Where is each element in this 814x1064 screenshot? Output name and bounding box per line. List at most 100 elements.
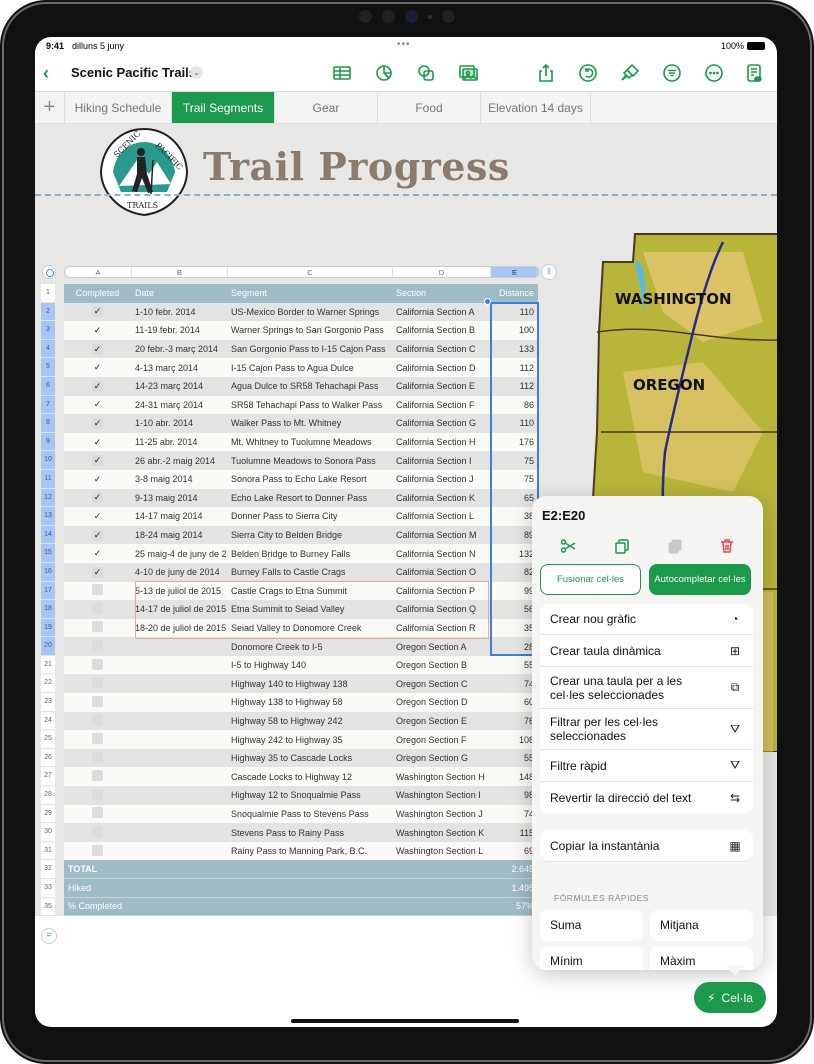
quick-formula-min[interactable]: Mínim: [540, 946, 643, 970]
cell-distance[interactable]: 65: [490, 493, 538, 503]
row-header[interactable]: 35: [41, 897, 55, 917]
checkbox-unchecked[interactable]: [92, 788, 103, 800]
cell-segment[interactable]: Donomore Creek to I-5: [227, 642, 392, 652]
footer-value[interactable]: 57%: [490, 901, 538, 911]
organize-icon[interactable]: [661, 62, 683, 84]
cell-completed[interactable]: ✓: [64, 380, 131, 392]
cell-section[interactable]: California Section D: [392, 363, 490, 373]
checkbox-checked[interactable]: ✓: [92, 474, 103, 485]
cell-completed[interactable]: ✓: [64, 343, 131, 355]
cell-distance[interactable]: 69: [490, 846, 538, 856]
cell-section[interactable]: Washington Section L: [392, 846, 490, 856]
menu-item-quick-filter[interactable]: Filtre ràpid ⛛: [540, 750, 753, 782]
cell-completed[interactable]: [64, 733, 131, 746]
cell-section[interactable]: Washington Section J: [392, 809, 490, 819]
chart-icon[interactable]: [373, 62, 395, 84]
cell-section[interactable]: Oregon Section C: [392, 679, 490, 689]
cell-segment[interactable]: Burney Falls to Castle Crags: [227, 567, 392, 577]
cell-segment[interactable]: San Gorgonio Pass to I-15 Cajon Pass: [227, 344, 392, 354]
format-brush-icon[interactable]: [619, 62, 641, 84]
back-button[interactable]: ‹: [43, 63, 49, 84]
checkbox-unchecked[interactable]: [92, 584, 103, 596]
cell-section[interactable]: California Section J: [392, 474, 490, 484]
home-indicator[interactable]: [291, 1019, 519, 1023]
copy-icon[interactable]: [612, 536, 632, 556]
cell-completed[interactable]: [64, 677, 131, 690]
checkbox-checked[interactable]: ✓: [92, 511, 103, 522]
menu-item-reverse-text-direction[interactable]: Revertir la direcció del text ⇆: [540, 782, 753, 814]
reading-view-icon[interactable]: [743, 62, 765, 84]
cell-segment[interactable]: I-15 Cajon Pass to Agua Dulce: [227, 363, 392, 373]
cell-button[interactable]: ⚡︎ Cel·la: [694, 982, 766, 1013]
header-segment[interactable]: Segment: [227, 288, 392, 298]
cell-date[interactable]: 4-10 de juny de 2014: [131, 567, 227, 577]
cell-date[interactable]: 11-19 febr. 2014: [131, 325, 227, 335]
cell-completed[interactable]: [64, 714, 131, 727]
row-header[interactable]: 10: [41, 451, 55, 470]
cell-section[interactable]: California Section A: [392, 307, 490, 317]
row-header[interactable]: 30: [41, 823, 55, 842]
row-header[interactable]: 24: [41, 711, 55, 731]
column-header-e[interactable]: E: [491, 267, 539, 277]
cell-date[interactable]: 14-17 de juliol de 2015: [131, 604, 227, 614]
cell-segment[interactable]: Tuolumne Meadows to Sonora Pass: [227, 456, 392, 466]
cell-completed[interactable]: ✓: [64, 306, 131, 318]
checkbox-checked[interactable]: ✓: [92, 566, 103, 578]
checkbox-checked[interactable]: ✓: [92, 343, 103, 355]
cell-completed[interactable]: ✓: [64, 455, 131, 467]
cell-date[interactable]: 9-13 maig 2014: [131, 493, 227, 503]
cell-segment[interactable]: Etna Summit to Seiad Valley: [227, 604, 392, 614]
checkbox-unchecked[interactable]: [92, 826, 103, 838]
row-header[interactable]: 5: [41, 358, 55, 377]
cell-section[interactable]: Oregon Section B: [392, 660, 490, 670]
header-distance[interactable]: Distance: [490, 288, 538, 298]
cell-section[interactable]: California Section F: [392, 400, 490, 410]
cell-section[interactable]: Washington Section H: [392, 772, 490, 782]
checkbox-unchecked[interactable]: [92, 770, 103, 782]
checkbox-unchecked[interactable]: [92, 733, 103, 745]
cell-segment[interactable]: Stevens Pass to Rainy Pass: [227, 828, 392, 838]
cell-segment[interactable]: Agua Dulce to SR58 Tehachapi Pass: [227, 381, 392, 391]
row-header[interactable]: 6: [41, 376, 55, 396]
cell-date[interactable]: 1-10 abr. 2014: [131, 418, 227, 428]
cell-completed[interactable]: ✓: [64, 399, 131, 410]
checkbox-unchecked[interactable]: [92, 621, 103, 633]
header-date[interactable]: Date: [131, 288, 227, 298]
footer-label[interactable]: % Completed: [64, 901, 490, 911]
more-icon[interactable]: [703, 62, 725, 84]
row-header[interactable]: 23: [41, 693, 55, 712]
cell-section[interactable]: California Section Q: [392, 604, 490, 614]
column-header-a[interactable]: A: [65, 267, 132, 277]
quick-formula-average[interactable]: Mitjana: [650, 910, 753, 941]
cell-distance[interactable]: 38: [490, 511, 538, 521]
cell-segment[interactable]: Sonora Pass to Echo Lake Resort: [227, 474, 392, 484]
cell-date[interactable]: 11-25 abr. 2014: [131, 437, 227, 447]
cell-distance[interactable]: 148: [490, 772, 538, 782]
cell-distance[interactable]: 110: [490, 307, 538, 317]
cell-segment[interactable]: Cascade Locks to Highway 12: [227, 772, 392, 782]
media-icon[interactable]: [457, 62, 479, 84]
cell-distance[interactable]: 112: [490, 363, 538, 373]
cell-distance[interactable]: 75: [490, 456, 538, 466]
paste-icon[interactable]: [665, 536, 685, 556]
cell-section[interactable]: Washington Section I: [392, 790, 490, 800]
cell-section[interactable]: California Section M: [392, 530, 490, 540]
cell-distance[interactable]: 86: [490, 400, 538, 410]
cell-segment[interactable]: Walker Pass to Mt. Whitney: [227, 418, 392, 428]
row-header[interactable]: 12: [41, 488, 55, 508]
cell-section[interactable]: California Section H: [392, 437, 490, 447]
menu-item-copy-snapshot[interactable]: Copiar la instantània ▦: [540, 830, 753, 862]
row-header[interactable]: 9: [41, 432, 55, 452]
cell-completed[interactable]: [64, 695, 131, 709]
cell-completed[interactable]: [64, 584, 131, 597]
chevron-down-icon[interactable]: ⌄: [190, 66, 203, 79]
row-header[interactable]: 28: [41, 786, 55, 805]
cell-completed[interactable]: [64, 826, 131, 839]
checkbox-checked[interactable]: ✓: [92, 455, 103, 467]
cell-distance[interactable]: 176: [490, 437, 538, 447]
checkbox-checked[interactable]: ✓: [92, 380, 103, 392]
tab-hiking-schedule[interactable]: Hiking Schedule: [65, 92, 172, 123]
cell-section[interactable]: Oregon Section E: [392, 716, 490, 726]
cell-completed[interactable]: ✓: [64, 362, 131, 373]
row-header[interactable]: 22: [41, 674, 55, 694]
